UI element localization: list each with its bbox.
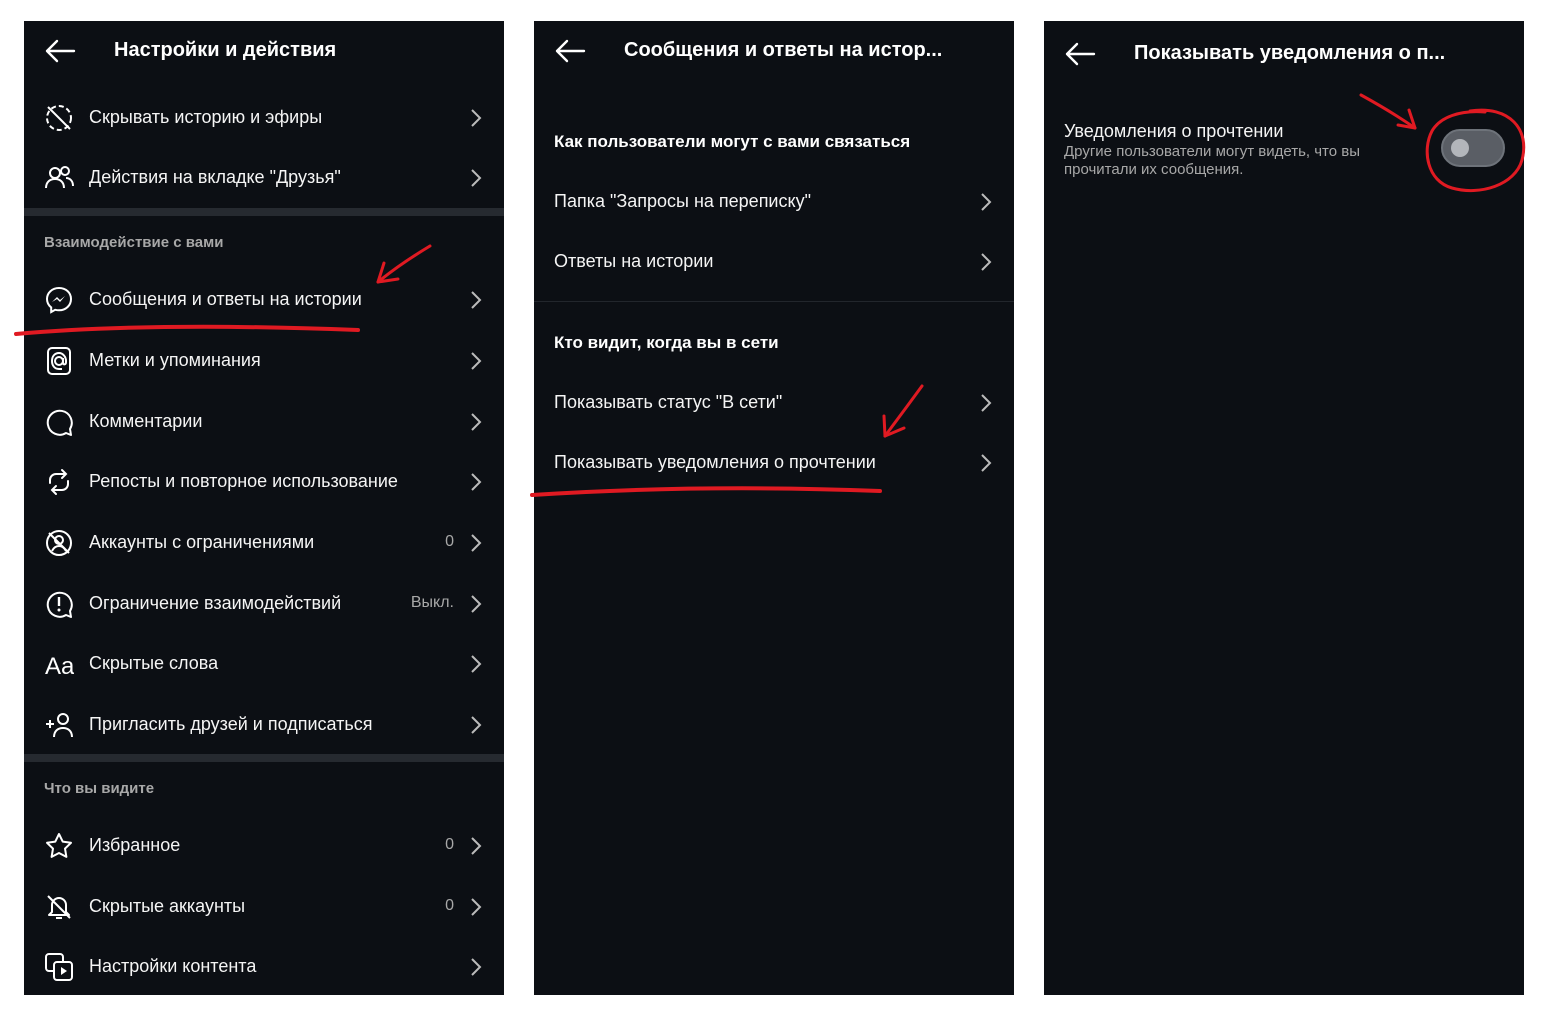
item-label: Скрывать историю и эфиры bbox=[89, 107, 323, 127]
chevron-right-icon bbox=[471, 169, 482, 187]
settings-item-invite[interactable]: Пригласить друзей и подписаться bbox=[24, 694, 504, 754]
hide-story-icon bbox=[46, 105, 72, 131]
item-label: Скрытые аккаунты bbox=[89, 896, 246, 916]
item-label: Папка "Запросы на переписку" bbox=[554, 191, 811, 211]
svg-text:Aa: Aa bbox=[45, 653, 74, 679]
chevron-right-icon bbox=[471, 291, 482, 309]
chevron-right-icon bbox=[471, 534, 482, 552]
chevron-right-icon bbox=[981, 193, 992, 211]
item-label: Избранное bbox=[89, 835, 181, 855]
settings-item-reposts[interactable]: Репосты и повторное использование bbox=[24, 451, 504, 511]
chevron-right-icon bbox=[981, 454, 992, 472]
settings-item-story-replies[interactable]: Ответы на истории bbox=[534, 231, 1014, 291]
item-label: Метки и упоминания bbox=[89, 350, 261, 370]
chevron-right-icon bbox=[471, 958, 482, 976]
chevron-right-icon bbox=[471, 473, 482, 491]
chevron-right-icon bbox=[471, 716, 482, 734]
section-heading: Как пользователи могут с вами связаться bbox=[554, 132, 911, 151]
item-label: Сообщения и ответы на истории bbox=[89, 289, 362, 309]
toggle-knob bbox=[1451, 139, 1469, 157]
friends-icon bbox=[45, 166, 74, 189]
limit-icon bbox=[46, 591, 73, 618]
item-count: 0 bbox=[445, 836, 454, 853]
item-label: Показывать статус "В сети" bbox=[554, 392, 783, 412]
settings-item-hidden-words[interactable]: Aa Скрытые слова bbox=[24, 633, 504, 693]
setting-description: Другие пользователи могут видеть, что вы… bbox=[1064, 143, 1361, 178]
item-count: 0 bbox=[445, 533, 454, 550]
section-header: Взаимодействие с вами bbox=[44, 234, 224, 251]
page-title: Сообщения и ответы на истор... bbox=[624, 39, 943, 61]
settings-item-online-status[interactable]: Показывать статус "В сети" bbox=[534, 372, 1014, 432]
item-label: Репосты и повторное использование bbox=[89, 471, 398, 491]
settings-item-restricted[interactable]: Аккаунты с ограничениями 0 bbox=[24, 512, 504, 572]
settings-item-messages[interactable]: Сообщения и ответы на истории bbox=[24, 269, 504, 329]
settings-item-limits[interactable]: Ограничение взаимодействий Выкл. bbox=[24, 573, 504, 633]
item-label: Действия на вкладке "Друзья" bbox=[89, 167, 341, 187]
restricted-icon bbox=[46, 530, 72, 556]
section-divider bbox=[24, 208, 504, 216]
item-label: Ответы на истории bbox=[554, 251, 714, 271]
add-person-icon bbox=[46, 713, 73, 738]
section-heading: Кто видит, когда вы в сети bbox=[554, 333, 779, 352]
header: Сообщения и ответы на истор... bbox=[534, 21, 1014, 81]
page-title: Показывать уведомления о п... bbox=[1134, 42, 1446, 64]
chevron-right-icon bbox=[471, 837, 482, 855]
item-label: Пригласить друзей и подписаться bbox=[89, 714, 373, 734]
chevron-right-icon bbox=[981, 253, 992, 271]
settings-item-friends[interactable]: Действия на вкладке "Друзья" bbox=[24, 147, 504, 207]
item-label: Показывать уведомления о прочтении bbox=[554, 452, 876, 472]
item-count: 0 bbox=[445, 897, 454, 914]
item-label: Скрытые слова bbox=[89, 653, 219, 673]
settings-item-read-receipts[interactable]: Показывать уведомления о прочтении bbox=[534, 432, 1014, 492]
back-arrow-icon[interactable] bbox=[44, 38, 76, 64]
chevron-right-icon bbox=[471, 898, 482, 916]
chevron-right-icon bbox=[471, 655, 482, 673]
chevron-right-icon bbox=[471, 413, 482, 431]
content-icon bbox=[45, 953, 73, 981]
header: Показывать уведомления о п... bbox=[1044, 21, 1524, 81]
settings-item-favorites[interactable]: Избранное 0 bbox=[24, 815, 504, 875]
item-label: Комментарии bbox=[89, 411, 203, 431]
setting-title: Уведомления о прочтении bbox=[1064, 121, 1284, 141]
item-label: Ограничение взаимодействий bbox=[89, 593, 342, 613]
repost-icon bbox=[49, 469, 69, 495]
settings-item-hide-story[interactable]: Скрывать историю и эфиры bbox=[24, 87, 504, 147]
section-header: Что вы видите bbox=[44, 780, 155, 797]
chevron-right-icon bbox=[981, 394, 992, 412]
section-divider bbox=[534, 301, 1014, 302]
comment-icon bbox=[46, 409, 73, 436]
star-icon bbox=[46, 833, 72, 858]
read-receipts-panel: Показывать уведомления о п... Уведомлени… bbox=[1044, 21, 1524, 995]
settings-item-comments[interactable]: Комментарии bbox=[24, 391, 504, 451]
chevron-right-icon bbox=[471, 109, 482, 127]
back-arrow-icon[interactable] bbox=[554, 38, 586, 64]
messages-settings-panel: Сообщения и ответы на истор... Как польз… bbox=[534, 21, 1014, 995]
section-divider bbox=[24, 754, 504, 762]
muted-icon bbox=[47, 895, 71, 919]
settings-item-message-requests[interactable]: Папка "Запросы на переписку" bbox=[534, 171, 1014, 231]
item-label: Настройки контента bbox=[89, 956, 257, 976]
page-title: Настройки и действия bbox=[114, 39, 337, 61]
item-status: Выкл. bbox=[410, 594, 454, 611]
read-receipts-toggle[interactable] bbox=[1441, 129, 1505, 167]
header: Настройки и действия bbox=[24, 21, 504, 81]
settings-item-content[interactable]: Настройки контента bbox=[24, 936, 504, 995]
item-label: Аккаунты с ограничениями bbox=[89, 532, 315, 552]
settings-panel: Настройки и действия Скрывать историю и … bbox=[24, 21, 504, 995]
font-aa-icon: Aa bbox=[45, 653, 74, 679]
chevron-right-icon bbox=[471, 595, 482, 613]
back-arrow-icon[interactable] bbox=[1064, 41, 1096, 67]
settings-item-muted[interactable]: Скрытые аккаунты 0 bbox=[24, 876, 504, 936]
settings-item-mentions[interactable]: Метки и упоминания bbox=[24, 330, 504, 390]
chevron-right-icon bbox=[471, 352, 482, 370]
messenger-icon bbox=[45, 286, 73, 314]
at-sign-icon bbox=[47, 347, 71, 375]
